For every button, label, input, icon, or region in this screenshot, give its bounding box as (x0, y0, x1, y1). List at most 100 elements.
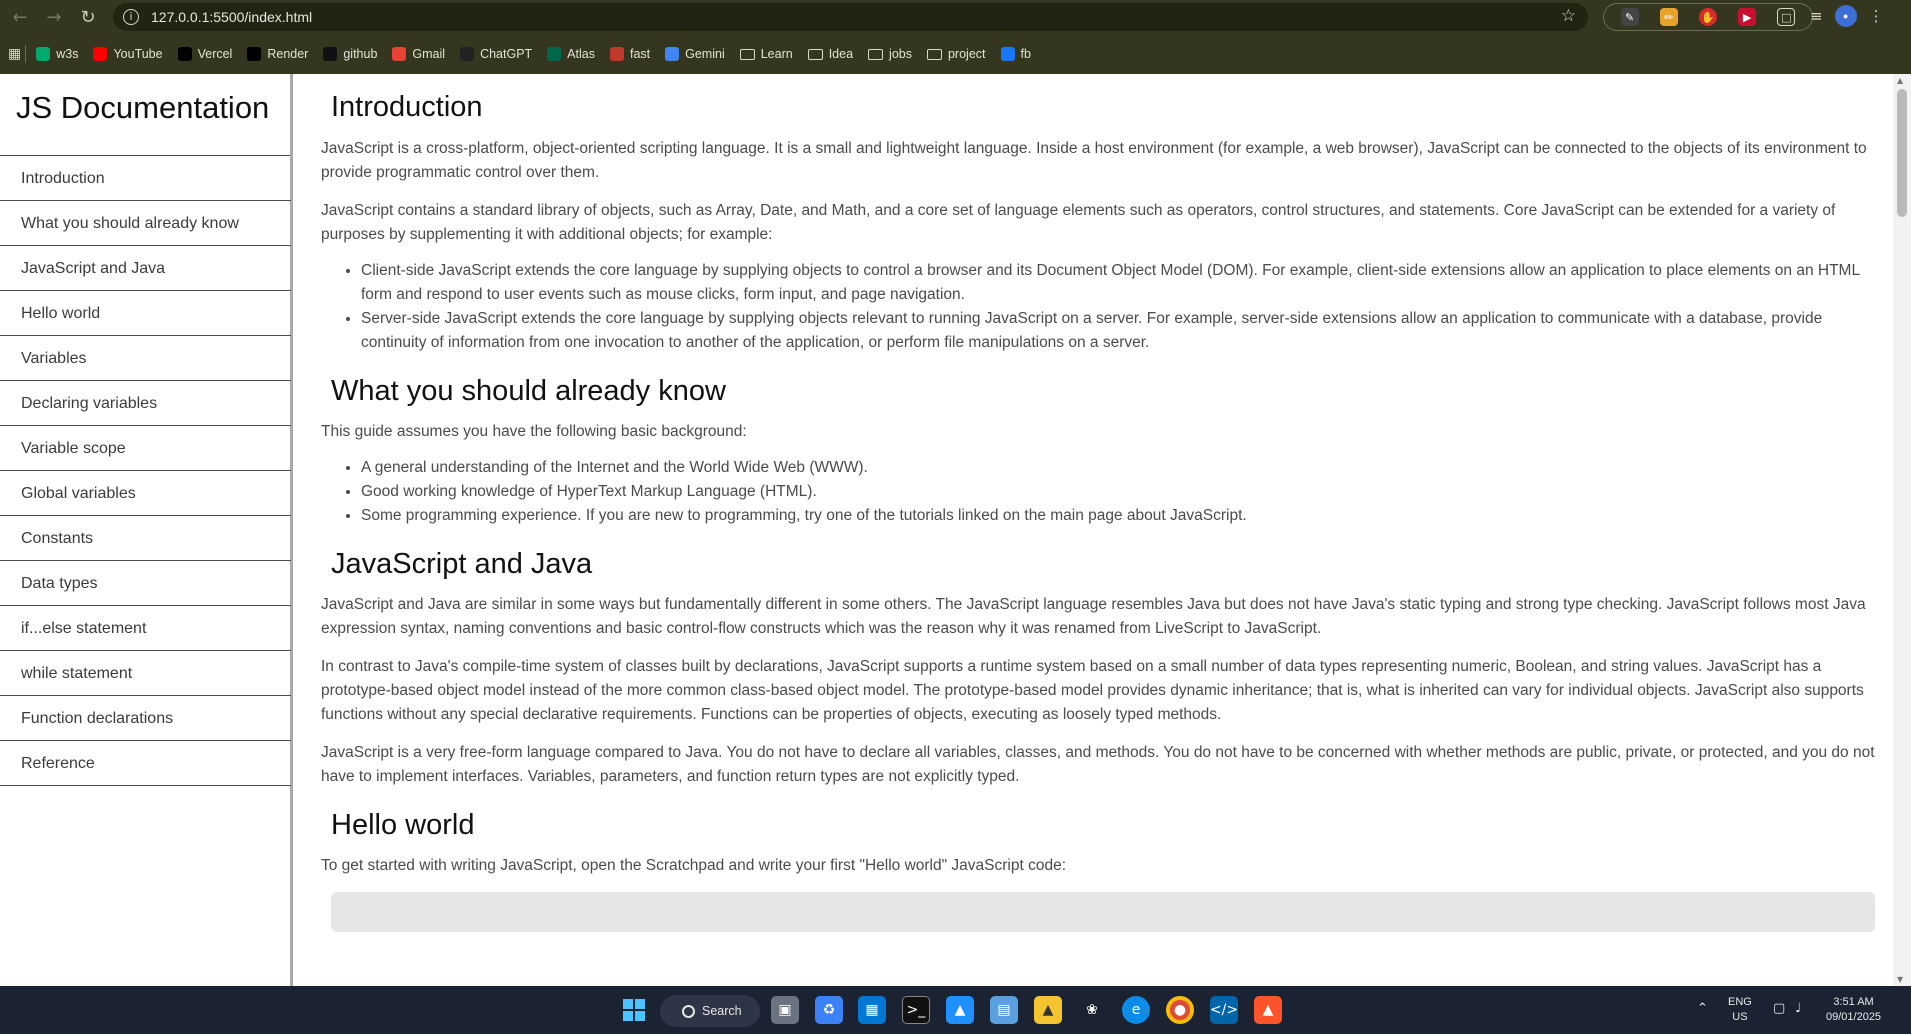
clock-date: 09/01/2025 (1826, 1011, 1882, 1023)
volume-icon[interactable]: ♩ (1795, 1001, 1801, 1016)
taskbar-search[interactable]: Search (660, 995, 760, 1027)
folder-icon (807, 48, 823, 60)
site-info-icon[interactable]: i (123, 9, 139, 25)
bullet-list: Client-side JavaScript extends the core … (361, 259, 1893, 355)
bookmark-label: YouTube (113, 47, 163, 61)
recycle-bin-icon[interactable]: ♻ (815, 996, 843, 1024)
file-explorer-icon[interactable]: ▲ (1034, 996, 1062, 1024)
nav-link[interactable]: Global variables (0, 471, 291, 516)
list-item: Client-side JavaScript extends the core … (361, 259, 1875, 307)
section-heading: JavaScript and Java (331, 548, 593, 580)
tray-overflow-icon[interactable]: ⌃ (1697, 1001, 1708, 1016)
reload-button[interactable]: ↻ (74, 3, 102, 31)
address-bar[interactable]: i 127.0.0.1:5500/index.html ☆ (113, 3, 1588, 31)
network-icon[interactable]: ▢ (1773, 1001, 1785, 1016)
taskbar-search-label: Search (702, 1004, 742, 1018)
nav-link[interactable]: JavaScript and Java (0, 246, 291, 291)
bookmark-gmail[interactable]: Gmail (392, 47, 445, 61)
nav-link[interactable]: Declaring variables (0, 381, 291, 426)
windows-start-icon[interactable] (620, 996, 648, 1024)
extensions-group: ✎ ✏ ✋ ▶ □ (1603, 3, 1813, 31)
page-scrollbar[interactable]: ▲ ▼ (1893, 74, 1911, 986)
region-code: US (1732, 1011, 1748, 1023)
gemini-icon (665, 47, 680, 61)
photos-icon[interactable]: ▲ (946, 996, 974, 1024)
extensions-puzzle-icon[interactable]: □ (1777, 8, 1796, 26)
folder-icon (926, 48, 942, 60)
chatgpt-app-icon[interactable]: ❀ (1078, 996, 1106, 1024)
vscode-icon[interactable]: </> (1210, 996, 1238, 1024)
nav-link[interactable]: Constants (0, 516, 291, 561)
bookmark-github[interactable]: github (323, 47, 377, 61)
url-text: 127.0.0.1:5500/index.html (151, 9, 313, 25)
paragraph: JavaScript is a very free-form language … (321, 744, 1875, 785)
nav-link[interactable]: if...else statement (0, 606, 291, 651)
forward-button[interactable]: → (40, 3, 68, 31)
bookmark-idea[interactable]: Idea (807, 47, 853, 61)
nav-link[interactable]: Variables (0, 336, 291, 381)
apps-grid-icon[interactable]: ▦ (8, 46, 21, 62)
edge-icon[interactable]: e (1122, 996, 1150, 1024)
render-icon (247, 47, 262, 61)
nav-link[interactable]: Function declarations (0, 696, 291, 741)
control-panel-icon[interactable]: ▤ (990, 996, 1018, 1024)
nav-link[interactable]: What you should already know (0, 201, 291, 246)
bookmark-label: project (947, 47, 986, 61)
nav-link[interactable]: Reference (0, 741, 291, 786)
bookmark-gemini[interactable]: Gemini (665, 47, 725, 61)
bookmark-learn[interactable]: Learn (739, 47, 793, 61)
navbar: JS Documentation Introduction What you sh… (0, 74, 293, 986)
scroll-down-icon[interactable]: ▼ (1897, 975, 1903, 984)
back-button[interactable]: ← (6, 3, 34, 31)
highlighter-extension-icon[interactable]: ✏ (1659, 8, 1678, 26)
github-icon (323, 47, 338, 61)
gmail-icon (392, 47, 407, 61)
bookmark-label: Render (267, 47, 309, 61)
bookmark-fb[interactable]: fb (1000, 47, 1031, 61)
bookmark-youtube[interactable]: YouTube (93, 47, 163, 61)
bookmark-label: Atlas (567, 47, 595, 61)
nav-link[interactable]: Hello world (0, 291, 291, 336)
code-block (331, 892, 1875, 932)
youtube-icon (93, 47, 108, 61)
profile-avatar-icon[interactable]: ● (1834, 5, 1857, 27)
brave-icon[interactable]: ▲ (1254, 996, 1282, 1024)
nav-link[interactable]: Variable scope (0, 426, 291, 471)
clock[interactable]: 3:51 AM 09/01/2025 (1826, 995, 1881, 1025)
reading-list-icon[interactable]: ≡ (1810, 7, 1823, 25)
bookmark-label: Gmail (412, 47, 446, 61)
bookmark-jobs[interactable]: jobs (868, 47, 912, 61)
chrome-icon[interactable]: ● (1166, 996, 1194, 1024)
bookmark-project[interactable]: project (926, 47, 986, 61)
bookmark-chatgpt[interactable]: ChatGPT (460, 47, 532, 61)
bookmark-render[interactable]: Render (247, 47, 308, 61)
facebook-icon (1000, 47, 1015, 61)
bookmark-star-icon[interactable]: ☆ (1561, 6, 1576, 26)
color-picker-extension-icon[interactable]: ✎ (1620, 8, 1639, 26)
bookmark-atlas[interactable]: Atlas (547, 47, 595, 61)
scroll-up-icon[interactable]: ▲ (1897, 76, 1903, 85)
vercel-icon (177, 47, 192, 61)
paragraph: JavaScript and Java are similar in some … (321, 596, 1866, 637)
nav-link[interactable]: Data types (0, 561, 291, 606)
scrollbar-thumb[interactable] (1897, 89, 1907, 217)
bookmark-label: github (343, 47, 378, 61)
nav-link[interactable]: Introduction (0, 156, 291, 201)
bookmark-w3s[interactable]: w3s (36, 47, 78, 61)
section-what-you-should-already-know: What you should already know This guide … (296, 355, 1893, 528)
folder-icon (868, 48, 884, 60)
navbar-title: JS Documentation (0, 74, 290, 156)
terminal-icon[interactable]: >_ (902, 996, 930, 1024)
language-indicator[interactable]: ENG US (1728, 995, 1752, 1025)
store-icon[interactable]: ▦ (858, 996, 886, 1024)
bookmark-label: Vercel (197, 47, 233, 61)
adblock-extension-icon[interactable]: ✋ (1698, 8, 1717, 26)
bookmark-label: w3s (56, 47, 79, 61)
video-extension-icon[interactable]: ▶ (1738, 8, 1757, 26)
browser-menu-icon[interactable]: ⋮ (1869, 7, 1884, 25)
nav-link[interactable]: while statement (0, 651, 291, 696)
bookmark-fast[interactable]: fast (609, 47, 650, 61)
bookmark-vercel[interactable]: Vercel (177, 47, 233, 61)
fast-icon (609, 47, 624, 61)
task-view-icon[interactable]: ▣ (771, 996, 799, 1024)
